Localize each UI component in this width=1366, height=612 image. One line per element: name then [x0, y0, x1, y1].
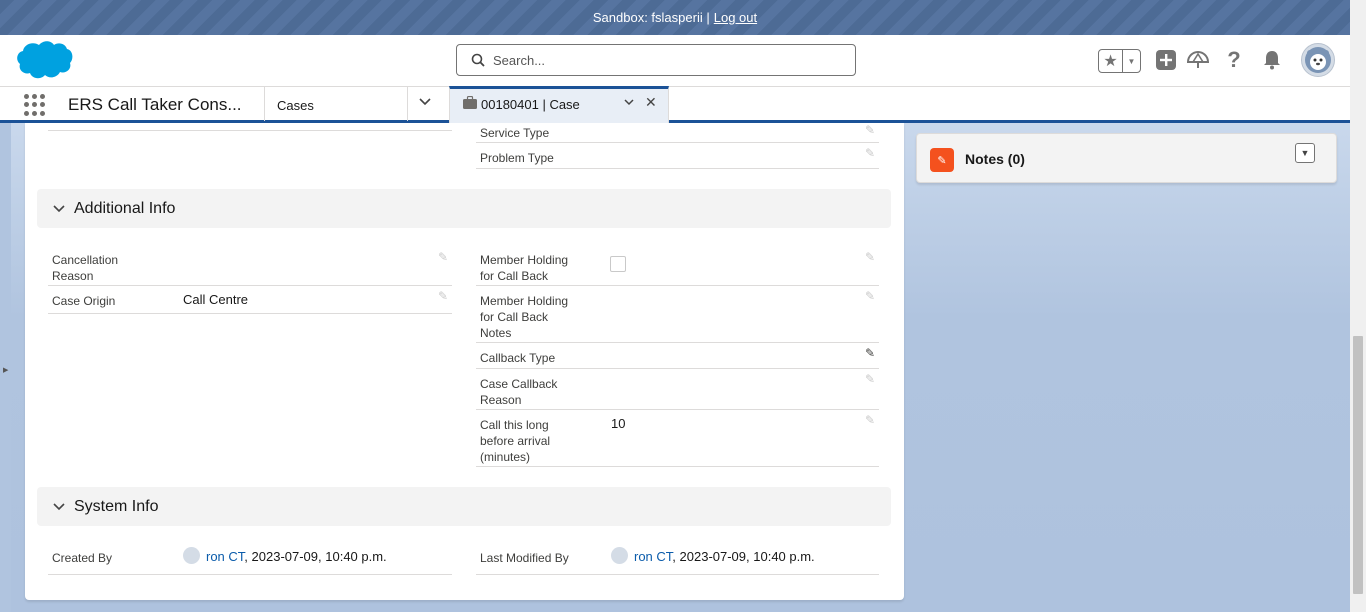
field-label: Case Origin	[52, 294, 116, 308]
notes-menu-dropdown-icon[interactable]: ▼	[1295, 143, 1315, 163]
field-label: Member Holding for Call Back Notes	[480, 294, 569, 340]
field-value: ron CT, 2023-07-09, 10:40 p.m.	[183, 547, 387, 566]
field-case-callback-reason: Case Callback Reason ✎	[476, 369, 879, 410]
field-label: Call this long before arrival (minutes)	[480, 418, 551, 464]
created-by-user-link[interactable]: ron CT	[206, 549, 244, 564]
member-holding-checkbox	[610, 256, 626, 272]
field-problem-type: Problem Type ✎	[476, 143, 879, 169]
edit-pencil-icon[interactable]: ✎	[865, 146, 875, 160]
edit-pencil-icon[interactable]: ✎	[865, 413, 875, 427]
modified-by-user-link[interactable]: ron CT	[634, 549, 672, 564]
edit-pencil-icon[interactable]: ✎	[865, 289, 875, 303]
nav-divider	[407, 87, 408, 121]
page-scrollbar[interactable]	[1350, 0, 1366, 612]
chevron-down-icon	[53, 502, 65, 510]
created-date: , 2023-07-09, 10:40 p.m.	[244, 549, 387, 564]
notes-title[interactable]: Notes (0)	[965, 151, 1025, 167]
edit-pencil-icon[interactable]: ✎	[438, 289, 448, 303]
app-launcher-icon[interactable]	[24, 94, 46, 116]
expand-arrow-icon[interactable]: ▶	[3, 366, 8, 374]
field-member-holding-notes: Member Holding for Call Back Notes ✎	[476, 286, 879, 343]
logout-link[interactable]: Log out	[714, 10, 757, 25]
search-icon	[471, 53, 485, 67]
sandbox-banner: Sandbox: fslasperii | Log out	[0, 0, 1350, 35]
user-avatar	[611, 547, 628, 565]
field-callback-type: Callback Type ✎	[476, 343, 879, 369]
field-row-partial	[48, 123, 452, 131]
section-system-info[interactable]: System Info	[37, 487, 891, 526]
edit-pencil-icon[interactable]: ✎	[865, 123, 875, 137]
field-value: Call Centre	[183, 292, 249, 307]
add-icon[interactable]	[1155, 49, 1177, 71]
favorites-menu-icon[interactable]: ▼	[1123, 50, 1140, 72]
field-label: Problem Type	[480, 151, 554, 165]
user-avatar	[183, 547, 200, 565]
navigation-bar: ERS Call Taker Cons... Cases 00180401 | …	[0, 86, 1350, 123]
field-service-type: Service Type ✎	[476, 123, 879, 143]
field-created-by: Created By ron CT, 2023-07-09, 10:40 p.m…	[48, 541, 452, 575]
search-input[interactable]	[493, 52, 833, 68]
field-label: Service Type	[480, 126, 550, 140]
field-label: Member Holding for Call Back	[480, 253, 569, 283]
tab-label: 00180401 | Case	[481, 97, 580, 112]
nav-item-cases[interactable]: Cases	[277, 98, 314, 113]
notifications-bell-icon[interactable]	[1261, 49, 1283, 71]
field-value: 10	[611, 416, 626, 431]
field-label: Last Modified By	[480, 551, 569, 565]
help-icon[interactable]: ?	[1223, 47, 1245, 72]
modified-date: , 2023-07-09, 10:40 p.m.	[672, 549, 815, 564]
case-briefcase-icon	[463, 95, 477, 113]
utility-left-strip: ▶	[0, 123, 11, 612]
section-additional-info[interactable]: Additional Info	[37, 189, 891, 228]
scrollbar-thumb[interactable]	[1353, 336, 1363, 594]
edit-pencil-icon[interactable]: ✎	[865, 372, 875, 386]
section-title: System Info	[74, 497, 159, 515]
edit-pencil-icon[interactable]: ✎	[865, 346, 875, 360]
close-icon[interactable]: ✕	[645, 94, 657, 111]
field-label: Case Callback Reason	[480, 377, 558, 407]
tab-case-00180401[interactable]: 00180401 | Case ✕	[449, 86, 669, 123]
field-label: Cancellation Reason	[52, 253, 119, 283]
field-last-modified-by: Last Modified By ron CT, 2023-07-09, 10:…	[476, 541, 879, 575]
global-header: ★ ▼ ?	[0, 35, 1350, 86]
notes-icon: ✎	[930, 148, 954, 172]
field-cancellation-reason: Cancellation Reason ✎	[48, 250, 452, 286]
record-detail-card: Service Type ✎ Problem Type ✎ Additional…	[25, 123, 904, 600]
app-name: ERS Call Taker Cons...	[68, 95, 242, 114]
nav-divider	[264, 87, 265, 121]
salesforce-logo[interactable]	[15, 39, 73, 84]
trailhead-icon[interactable]	[1187, 49, 1209, 71]
header-utility-icons: ★ ▼ ?	[1098, 43, 1335, 77]
section-title: Additional Info	[74, 199, 176, 217]
user-avatar[interactable]	[1301, 43, 1335, 77]
field-value: ron CT, 2023-07-09, 10:40 p.m.	[611, 547, 815, 566]
field-label: Callback Type	[480, 351, 556, 365]
field-call-this-long: Call this long before arrival (minutes) …	[476, 410, 879, 467]
chevron-down-icon[interactable]	[623, 96, 635, 111]
field-member-holding: Member Holding for Call Back ✎	[476, 250, 879, 286]
favorites-star-icon[interactable]: ★	[1099, 50, 1123, 72]
favorites-group: ★ ▼	[1098, 49, 1141, 73]
edit-pencil-icon[interactable]: ✎	[438, 250, 448, 264]
field-label: Created By	[52, 551, 113, 565]
field-case-origin: Case Origin Call Centre ✎	[48, 286, 452, 314]
global-search[interactable]	[456, 44, 856, 76]
edit-pencil-icon[interactable]: ✎	[865, 250, 875, 264]
chevron-down-icon[interactable]	[418, 95, 432, 112]
sandbox-label: Sandbox: fslasperii |	[592, 10, 710, 25]
chevron-down-icon	[53, 204, 65, 212]
notes-card: ✎ Notes (0) ▼	[916, 133, 1337, 183]
